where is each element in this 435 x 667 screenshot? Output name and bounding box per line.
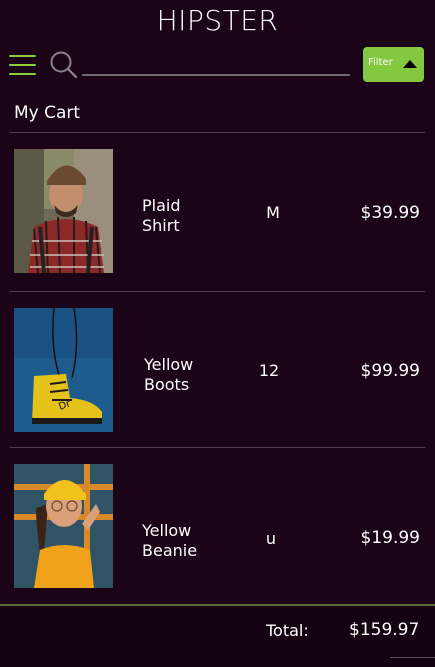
product-name: Yellow Boots bbox=[144, 355, 193, 395]
caret-up-icon bbox=[403, 60, 417, 68]
cart-footer: Total: $159.97 bbox=[0, 606, 435, 667]
cart-item[interactable]: Dr Yellow Boots 12 $99.99 bbox=[0, 292, 435, 450]
product-size: 12 bbox=[258, 361, 280, 380]
product-image-yellow-boots: Dr bbox=[14, 308, 113, 432]
product-image-yellow-beanie bbox=[14, 464, 113, 588]
search-icon[interactable] bbox=[49, 50, 79, 80]
product-name-line: Yellow bbox=[144, 355, 194, 374]
cart-item[interactable]: Plaid Shirt M $39.99 bbox=[0, 133, 435, 291]
search-input[interactable] bbox=[82, 54, 350, 76]
app-title: HIPSTER bbox=[156, 4, 279, 37]
filter-button[interactable]: Filter bbox=[363, 47, 424, 82]
menu-bar bbox=[9, 55, 36, 57]
footer-accent-line bbox=[390, 657, 435, 658]
product-name-line: Shirt bbox=[142, 216, 180, 235]
product-name-line: Yellow bbox=[142, 521, 192, 540]
product-name-line: Beanie bbox=[142, 541, 198, 560]
product-size: M bbox=[266, 203, 280, 222]
menu-bar bbox=[9, 64, 36, 66]
product-name: Plaid Shirt bbox=[142, 196, 181, 236]
filter-label: Filter bbox=[368, 57, 393, 68]
product-name-line: Plaid bbox=[142, 196, 181, 215]
hamburger-menu-icon[interactable] bbox=[9, 54, 37, 76]
product-name-line: Boots bbox=[144, 375, 190, 394]
total-value: $159.97 bbox=[349, 620, 420, 640]
menu-bar bbox=[9, 73, 36, 75]
cart-heading: My Cart bbox=[14, 103, 81, 123]
product-price: $39.99 bbox=[360, 203, 420, 223]
product-name: Yellow Beanie bbox=[142, 521, 197, 561]
cart-item[interactable]: Yellow Beanie u $19.99 bbox=[0, 448, 435, 606]
app-screen: HIPSTER Filter My Cart Plaid Shirt M $39… bbox=[0, 0, 435, 667]
product-price: $19.99 bbox=[360, 528, 420, 548]
product-price: $99.99 bbox=[360, 361, 420, 381]
product-image-plaid-shirt bbox=[14, 149, 113, 273]
total-label: Total: bbox=[266, 621, 309, 640]
product-size: u bbox=[265, 529, 277, 548]
